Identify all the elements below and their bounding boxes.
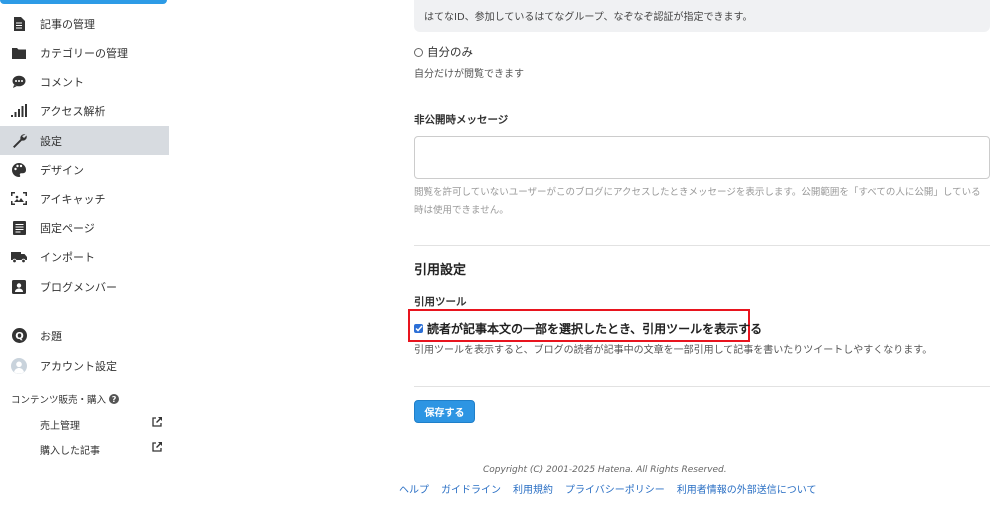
sidebar-item-topics[interactable]: Q お題 (0, 321, 169, 350)
sidebar-item-label: インポート (40, 250, 95, 264)
sidebar-item-static-pages[interactable]: 固定ページ (0, 213, 169, 242)
footer-link-help[interactable]: ヘルプ (399, 481, 429, 496)
footer-links: ヘルプ ガイドライン 利用規約 プライバシーポリシー 利用者情報の外部送信につい… (399, 481, 817, 496)
sidebar-item-label: デザイン (40, 163, 84, 177)
auth-info-box: はてなID、参加しているはてなグループ、なぞなぞ認証が指定できます。 (414, 0, 990, 32)
sidebar-item-purchased-articles[interactable]: 購入した記事 (40, 439, 162, 459)
divider (414, 386, 990, 387)
quote-tool-label: 引用ツール (414, 296, 467, 308)
checkmark-icon (414, 325, 423, 332)
sidebar-top-bar (0, 0, 167, 4)
content-sales-section-label: コンテンツ販売・購入 ? (11, 392, 120, 406)
q-icon: Q (11, 328, 27, 344)
svg-text:Q: Q (15, 331, 24, 342)
sidebar-item-label: 記事の管理 (40, 17, 95, 31)
section-label-text: コンテンツ販売・購入 (11, 395, 107, 406)
avatar-icon (11, 357, 27, 374)
comment-icon (11, 74, 27, 90)
page-icon (11, 220, 27, 236)
sidebar-item-analytics[interactable]: アクセス解析 (0, 96, 169, 125)
footer-link-external-transmission[interactable]: 利用者情報の外部送信について (677, 481, 817, 496)
sidebar-item-design[interactable]: デザイン (0, 155, 169, 184)
private-radio[interactable] (414, 47, 423, 57)
footer-link-privacy[interactable]: プライバシーポリシー (565, 481, 665, 496)
sidebar-item-label: アイキャッチ (40, 192, 106, 206)
sidebar-item-label: 固定ページ (40, 221, 95, 235)
sidebar: 記事の管理 カテゴリーの管理 コメント アクセス解析 設定 デザイン アイキャッ… (0, 0, 169, 525)
sidebar-item-label: コメント (40, 75, 84, 89)
save-button[interactable]: 保存する (414, 400, 475, 423)
footer-link-terms[interactable]: 利用規約 (513, 481, 553, 496)
sidebar-item-label: アカウント設定 (40, 359, 117, 373)
sidebar-sub-item-label: 売上管理 (40, 420, 80, 432)
sidebar-item-label: ブログメンバー (40, 280, 117, 294)
sidebar-item-account-settings[interactable]: アカウント設定 (0, 351, 169, 380)
divider (414, 245, 990, 246)
private-message-textarea[interactable] (414, 136, 990, 179)
radio-private-description: 自分だけが閲覧できます (414, 69, 524, 80)
private-message-hint: 閲覧を許可していないユーザーがこのブログにアクセスしたときメッセージを表示します… (414, 187, 981, 216)
quote-tool-checkbox-row[interactable]: 読者が記事本文の一部を選択したとき、引用ツールを表示する (414, 320, 762, 337)
quote-section-title: 引用設定 (414, 263, 467, 278)
quote-tool-checkbox-label: 読者が記事本文の一部を選択したとき、引用ツールを表示する (427, 322, 763, 336)
sidebar-item-import[interactable]: インポート (0, 242, 169, 271)
bar-chart-icon (11, 103, 27, 119)
document-icon (11, 16, 27, 32)
sidebar-item-articles[interactable]: 記事の管理 (0, 9, 169, 38)
quote-tool-description: 引用ツールを表示すると、ブログの読者が記事中の文章を一部引用して記事を書いたりツ… (414, 345, 933, 356)
folder-icon (11, 45, 27, 61)
footer-link-guidelines[interactable]: ガイドライン (441, 481, 501, 496)
external-link-icon (152, 442, 162, 455)
sidebar-item-comments[interactable]: コメント (0, 67, 169, 96)
help-icon[interactable]: ? (109, 394, 120, 404)
footer-copyright: Copyright (C) 2001-2025 Hatena. All Righ… (483, 465, 727, 475)
truck-icon (11, 249, 27, 265)
wrench-icon (11, 133, 27, 149)
quote-tool-checkbox[interactable] (414, 324, 423, 333)
sidebar-item-sales-management[interactable]: 売上管理 (40, 414, 162, 434)
palette-icon (11, 162, 27, 178)
sidebar-item-blog-members[interactable]: ブログメンバー (0, 272, 169, 301)
sidebar-item-label: 設定 (40, 134, 62, 148)
members-icon (11, 279, 27, 295)
radio-private-option[interactable]: 自分のみ (414, 44, 473, 60)
sidebar-sub-item-label: 購入した記事 (40, 445, 100, 457)
image-icon (11, 191, 27, 207)
sidebar-item-settings[interactable]: 設定 (0, 126, 169, 155)
external-link-icon (152, 417, 162, 430)
sidebar-item-label: アクセス解析 (40, 104, 106, 118)
private-message-label: 非公開時メッセージ (414, 114, 509, 126)
auth-info-text: はてなID、参加しているはてなグループ、なぞなぞ認証が指定できます。 (424, 12, 753, 23)
sidebar-item-categories[interactable]: カテゴリーの管理 (0, 38, 169, 67)
radio-label: 自分のみ (427, 45, 473, 59)
sidebar-item-label: お題 (40, 329, 62, 343)
sidebar-item-label: カテゴリーの管理 (40, 46, 128, 60)
sidebar-item-eyecatch[interactable]: アイキャッチ (0, 184, 169, 213)
